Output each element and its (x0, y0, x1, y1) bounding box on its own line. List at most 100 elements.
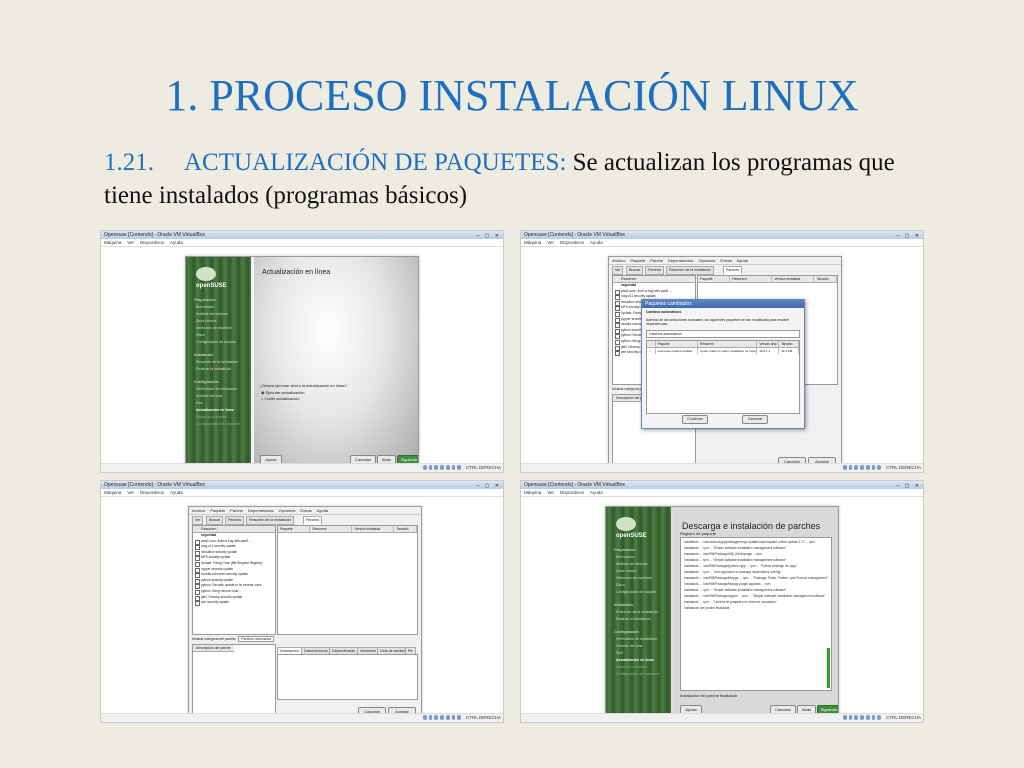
pm-menu-item[interactable]: Ayuda (737, 258, 748, 263)
window-controls-icon[interactable]: – ▢ ✕ (477, 232, 501, 240)
vm-menubar: Máquina Ver Dispositivos Ayuda (101, 489, 503, 497)
sidebar-item: Resumen de la instalación (196, 360, 239, 364)
tab-install-summary[interactable]: Resumen de la instalación (246, 516, 295, 525)
changes-select[interactable]: Cambios automáticos (646, 330, 800, 338)
menu-devices[interactable]: Dispositivos (140, 490, 164, 495)
pm-menu-item[interactable]: Paquete (630, 258, 645, 263)
vm-statusbar: CTRL DERECHA (521, 463, 923, 472)
menu-devices[interactable]: Dispositivos (560, 490, 584, 495)
pm-menu-item[interactable]: Archivo (192, 508, 205, 513)
tab-patches[interactable]: Parches (303, 516, 323, 525)
patch-done-label: Instalación del parche finalizada (680, 693, 737, 698)
radio-skip-update[interactable]: ○ Omitir actualización (261, 396, 299, 401)
tab-patches[interactable]: Parches (723, 266, 743, 275)
menu-machine[interactable]: Máquina (524, 240, 541, 245)
cancel-button[interactable]: Cancelar (742, 415, 768, 424)
tab-search[interactable]: Buscar (626, 266, 644, 275)
pm-menu-item[interactable]: Dependencias (248, 508, 274, 513)
menu-help[interactable]: Ayuda (170, 240, 183, 245)
patch-filter: Mostrar categoría del parche:Parches nec… (192, 636, 275, 642)
tab-patterns[interactable]: Parches (225, 516, 245, 525)
menu-devices[interactable]: Dispositivos (560, 240, 584, 245)
sidebar-item: Disco (616, 583, 625, 587)
tab-search[interactable]: Buscar (206, 516, 224, 525)
log-label: Registro de paquete (680, 531, 717, 536)
vm-statusbar: CTRL DERECHA (521, 713, 923, 722)
device-icons[interactable] (843, 715, 882, 721)
pm-menubar: Archivo Paquete Parche Dependencias Opciones… (189, 507, 421, 515)
window-controls-icon[interactable]: – ▢ ✕ (477, 482, 501, 490)
sidebar-item: Selección de escritorio (616, 576, 653, 580)
device-icons[interactable] (843, 465, 882, 471)
radio-run-update[interactable]: ◉ Ejecutar actualización (261, 390, 305, 395)
menu-help[interactable]: Ayuda (590, 490, 603, 495)
host-key: CTRL DERECHA (466, 465, 501, 470)
log-line: Instalando ... rpm ... "Simple software … (684, 546, 787, 550)
sidebar-item: Bienvenido (196, 305, 214, 309)
sidebar-group-config: Configuración (614, 629, 639, 634)
pm-menu-item[interactable]: Extras (300, 508, 311, 513)
pm-menu-item[interactable]: Opciones (699, 258, 716, 263)
patch-list-header[interactable]: Resumen (193, 526, 275, 533)
section-heading: ACTUALIZACIÓN DE PAQUETES: (184, 149, 567, 176)
changed-packages-dialog: Paquetes cambiados Cambios automáticos A… (641, 299, 805, 429)
installer-content: Descarga e instalación de parches Regist… (674, 507, 838, 719)
pm-menu-item[interactable]: Opciones (279, 508, 296, 513)
host-key: CTRL DERECHA (466, 715, 501, 720)
tab-patterns[interactable]: Parches (645, 266, 665, 275)
host-key: CTRL DERECHA (886, 715, 921, 720)
patch-list-header[interactable]: Resumen (613, 276, 695, 283)
vm-menubar: Máquina Ver Dispositivos Ayuda (101, 239, 503, 247)
dialog-title: Paquetes cambiados (642, 300, 804, 308)
menu-help[interactable]: Ayuda (590, 240, 603, 245)
menu-help[interactable]: Ayuda (170, 490, 183, 495)
menu-machine[interactable]: Máquina (104, 490, 121, 495)
table-row[interactable]: ✓ opensuse-codecs-installer Codec platform… (647, 348, 799, 354)
window-controls-icon[interactable]: – ▢ ✕ (897, 482, 921, 490)
device-icons[interactable] (423, 715, 462, 721)
menu-devices[interactable]: Dispositivos (140, 240, 164, 245)
pm-menu-item[interactable]: Paquete (210, 508, 225, 513)
menu-view[interactable]: Ver (547, 240, 554, 245)
device-icons[interactable] (423, 465, 462, 471)
log-scrollbar[interactable] (827, 648, 830, 688)
menu-view[interactable]: Ver (127, 490, 134, 495)
pm-menu-item[interactable]: Parche (230, 508, 243, 513)
menu-machine[interactable]: Máquina (104, 240, 121, 245)
vm-statusbar: CTRL DERECHA (101, 713, 503, 722)
menu-view[interactable]: Ver (127, 240, 134, 245)
package-table: Paquete Resumen Versión instalada Tamaño (277, 525, 418, 635)
pm-menu-item[interactable]: Dependencias (668, 258, 694, 263)
vm-statusbar: CTRL DERECHA (101, 463, 503, 472)
tab-view[interactable]: Ver (612, 266, 624, 275)
menu-machine[interactable]: Máquina (524, 490, 541, 495)
tab-view[interactable]: Ver (192, 516, 204, 525)
logo-text: openSUSE (196, 283, 227, 289)
pm-menu-item[interactable]: Archivo (612, 258, 625, 263)
pm-menu-item[interactable]: Ayuda (317, 508, 328, 513)
continue-button[interactable]: Continuar (682, 415, 708, 424)
sidebar-group-install: Instalación (614, 602, 634, 607)
log-line: Instalando ... /var/RM/Package/libzypp-p… (684, 582, 771, 586)
vm-titlebar: Opensuse [Corriendo] - Oracle VM Virtual… (521, 481, 923, 489)
patch-filter-select[interactable]: Parches necesarios (238, 636, 275, 642)
vm-display: openSUSE Preparación Bienvenido Análisis… (521, 497, 923, 720)
installer-sidebar: openSUSE Preparación Bienvenido Análisis… (186, 257, 251, 469)
sidebar-group-prep: Preparación (614, 547, 636, 552)
vm-menubar: Máquina Ver Dispositivos Ayuda (521, 489, 923, 497)
installer-buttons: Ayuda Cancelar Atrás Siguiente (680, 705, 838, 715)
menu-view[interactable]: Ver (547, 490, 554, 495)
log-line: Instalando ... /var/RM/Package/python-zy… (684, 564, 798, 568)
log-line: Instalando ... rpm ... "Simple software … (684, 588, 787, 592)
sidebar-item: Zona horaria (616, 569, 637, 573)
pm-menu-item[interactable]: Parche (650, 258, 663, 263)
tab-install-summary[interactable]: Resumen de la instalación (666, 266, 715, 275)
window-controls-icon[interactable]: – ▢ ✕ (897, 232, 921, 240)
patch-list: Resumen seguridad yast2-core: fixed a bu… (192, 525, 276, 635)
list-item[interactable]: perl security update (193, 600, 275, 606)
slide-title: 1. PROCESO INSTALACIÓN LINUX (165, 71, 859, 120)
pm-menu-item[interactable]: Extras (720, 258, 731, 263)
log-line: Instalación del parche finalizada (684, 606, 730, 610)
pm-tabs: Ver Buscar Parches Resumen de la instala… (192, 516, 418, 525)
sidebar-item: Análisis del sistema (196, 312, 228, 316)
